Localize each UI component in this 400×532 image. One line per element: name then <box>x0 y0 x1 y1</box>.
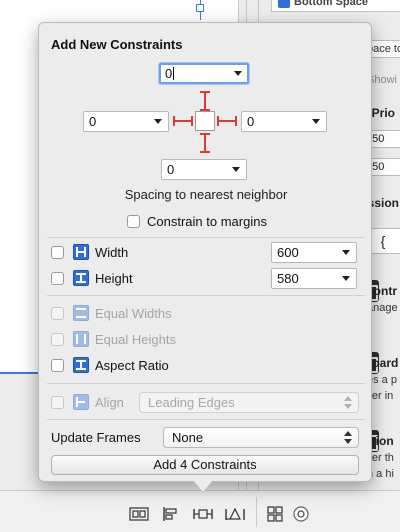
text-cursor <box>173 67 174 80</box>
popover-arrow <box>193 480 213 492</box>
height-value-field[interactable]: 580 <box>271 268 357 289</box>
align-icon <box>163 507 177 521</box>
constraint-icon <box>278 0 290 8</box>
aspect-ratio-label: Aspect Ratio <box>95 358 169 373</box>
dropdown-arrow-icon[interactable] <box>312 119 320 124</box>
aspect-ratio-checkbox[interactable] <box>51 359 64 372</box>
align-popup[interactable]: Leading Edges <box>139 392 359 413</box>
width-label: Width <box>95 245 129 260</box>
expression-brace: { <box>380 233 386 249</box>
align-label: Align <box>95 395 124 410</box>
equal-heights-checkbox[interactable] <box>51 333 64 346</box>
align-value: Leading Edges <box>148 395 235 410</box>
pin-button[interactable] <box>192 505 214 523</box>
grid-icon <box>267 506 283 522</box>
height-icon <box>73 270 89 286</box>
width-checkbox[interactable] <box>51 246 64 259</box>
top-spacing-field[interactable]: 0 <box>159 63 249 84</box>
height-value: 580 <box>277 271 299 286</box>
left-spacing-field[interactable]: 0 <box>83 111 169 132</box>
equal-heights-icon <box>73 331 89 347</box>
equal-widths-icon <box>73 305 89 321</box>
align-button[interactable] <box>160 505 182 523</box>
updown-arrows-icon <box>344 431 352 444</box>
update-frames-label: Update Frames <box>51 430 141 445</box>
updown-arrows-icon <box>344 396 352 409</box>
section-divider <box>47 383 365 384</box>
section-divider <box>47 419 365 420</box>
dropdown-arrow-icon[interactable] <box>342 250 350 255</box>
left-spacing-value: 0 <box>89 114 97 129</box>
pin-icon <box>193 509 213 519</box>
aspect-ratio-icon <box>73 357 89 373</box>
right-spacing-value: 0 <box>247 114 255 129</box>
equal-heights-label: Equal Heights <box>95 332 176 347</box>
constraint-target-box <box>195 111 215 131</box>
width-value-field[interactable]: 600 <box>271 242 357 263</box>
inspector-header-field[interactable]: Bottom Space <box>271 0 400 12</box>
equal-widths-checkbox[interactable] <box>51 307 64 320</box>
width-icon <box>73 244 89 260</box>
embed-in-stack-button[interactable] <box>128 505 150 523</box>
width-value: 600 <box>277 245 299 260</box>
embed-in-stack-icon <box>129 507 149 521</box>
update-frames-value: None <box>172 430 204 445</box>
dropdown-arrow-icon[interactable] <box>154 119 162 124</box>
dropdown-arrow-icon[interactable] <box>232 167 240 172</box>
resolve-issues-button[interactable] <box>224 505 246 523</box>
grid-button[interactable] <box>264 505 286 523</box>
constraint-handle[interactable] <box>196 4 204 12</box>
constrain-margins-checkbox[interactable] <box>127 215 140 228</box>
canvas-toolbar <box>0 490 400 532</box>
dropdown-arrow-icon[interactable] <box>342 276 350 281</box>
target-icon <box>293 506 309 522</box>
height-checkbox[interactable] <box>51 272 64 285</box>
popover-title: Add New Constraints <box>51 37 183 52</box>
equal-widths-label: Equal Widths <box>95 306 172 321</box>
resolve-issues-icon <box>225 507 245 520</box>
section-divider <box>47 237 365 238</box>
dropdown-arrow-icon[interactable] <box>234 71 242 76</box>
align-checkbox[interactable] <box>51 396 64 409</box>
height-label: Height <box>95 271 133 286</box>
filter-field[interactable] <box>292 505 400 523</box>
update-frames-popup[interactable]: None <box>163 427 359 448</box>
section-divider <box>47 295 365 296</box>
add-constraints-button[interactable]: Add 4 Constraints <box>51 455 359 475</box>
toolbar-separator <box>256 497 257 527</box>
constrain-margins-label: Constrain to margins <box>147 214 267 229</box>
add-constraints-popover: Add New Constraints 0 0 0 0 Spacing to n… <box>38 22 372 482</box>
bottom-spacing-field[interactable]: 0 <box>161 159 247 180</box>
right-spacing-field[interactable]: 0 <box>241 111 327 132</box>
bottom-spacing-value: 0 <box>167 162 175 177</box>
inspector-header-text: Bottom Space <box>294 0 368 8</box>
spacing-label: Spacing to nearest neighbor <box>124 187 288 202</box>
top-spacing-value: 0 <box>165 66 173 81</box>
align-icon <box>73 394 89 410</box>
